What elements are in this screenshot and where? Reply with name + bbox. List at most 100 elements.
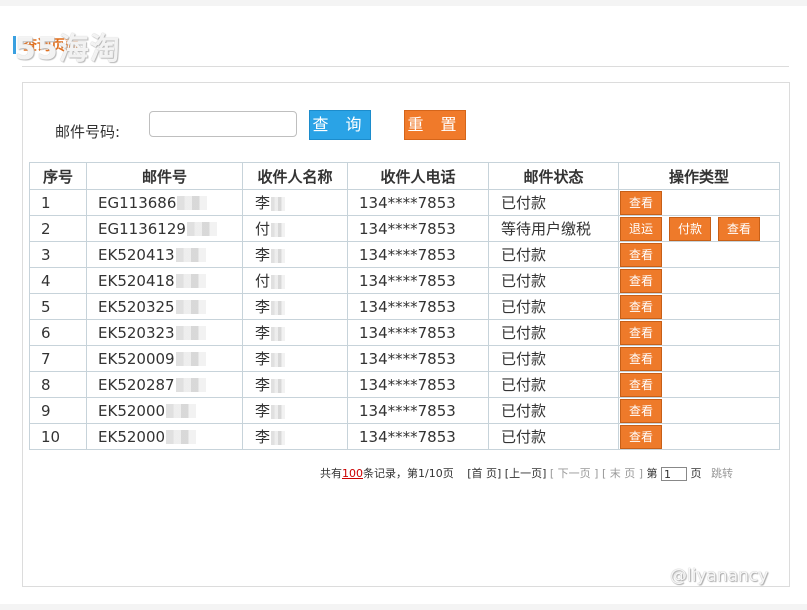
redaction-mosaic: [175, 378, 206, 392]
redaction-mosaic: [175, 248, 206, 262]
cell-mail-status: 已付款: [488, 241, 619, 268]
pager-prev-link[interactable]: [上一页]: [505, 467, 547, 480]
cell-recipient-phone: 134****7853: [347, 293, 489, 320]
column-header-no: 序号: [29, 162, 87, 190]
cell-recipient-phone-text: 134****7853: [359, 349, 456, 368]
pager-total-count[interactable]: 100: [342, 467, 363, 480]
cell-recipient-phone-text: 134****7853: [359, 323, 456, 342]
view-button[interactable]: 查看: [620, 398, 663, 423]
watermark-logo: 55海淘: [15, 32, 121, 67]
cell-mail-number: EG113686: [86, 189, 243, 216]
cell-no-text: 8: [41, 375, 51, 394]
cell-mail-status-text: 已付款: [501, 402, 547, 420]
cell-recipient-phone: 134****7853: [347, 215, 489, 242]
view-button[interactable]: 查看: [620, 372, 663, 397]
column-header-name: 收件人名称: [242, 162, 348, 190]
cell-mail-status-text: 已付款: [501, 428, 547, 446]
cell-recipient-name: 李: [242, 371, 348, 398]
cell-mail-number: EK52000: [86, 423, 243, 450]
cell-mail-status-text: 已付款: [501, 324, 547, 342]
cell-no-text: 2: [41, 219, 51, 238]
cell-recipient-name-text: 付: [255, 272, 271, 290]
redaction-mosaic: [175, 326, 206, 340]
cell-no: 2: [29, 215, 87, 242]
view-button[interactable]: 查看: [620, 190, 663, 215]
cell-mail-status: 已付款: [488, 345, 619, 372]
redaction-mosaic: [271, 430, 286, 445]
cell-no: 4: [29, 267, 87, 294]
pager-first-link[interactable]: [首 页]: [467, 467, 501, 480]
search-label: 邮件号码:: [55, 123, 121, 141]
cell-recipient-phone-text: 134****7853: [359, 193, 456, 212]
table-header-row: 序号 邮件号 收件人名称 收件人电话 邮件状态 操作类型: [29, 162, 780, 190]
view-button[interactable]: 查看: [620, 424, 663, 449]
view-button[interactable]: 查看: [620, 346, 663, 371]
pager-last-link[interactable]: [ 末 页 ]: [602, 467, 643, 480]
cell-mail-number: EK52000: [86, 397, 243, 424]
view-button[interactable]: 查看: [620, 320, 663, 345]
table-row: 5 EK520325 李 134****7853 已付款 查看: [29, 293, 780, 320]
cell-recipient-name-text: 李: [255, 350, 271, 368]
cell-no-text: 5: [41, 297, 51, 316]
pager-go-button[interactable]: 跳转: [711, 467, 733, 480]
cell-recipient-phone-text: 134****7853: [359, 427, 456, 446]
cell-recipient-name-text: 李: [255, 324, 271, 342]
table-row: 10 EK52000 李 134****7853 已付款 查看: [29, 423, 780, 450]
redaction-mosaic: [271, 326, 286, 341]
cell-mail-status: 等待用户缴税: [488, 215, 619, 242]
mail-number-input[interactable]: [149, 111, 297, 137]
cell-recipient-phone-text: 134****7853: [359, 297, 456, 316]
view-button[interactable]: 查看: [620, 294, 663, 319]
view-button[interactable]: 查看: [620, 242, 663, 267]
cell-recipient-name-text: 李: [255, 428, 271, 446]
cell-mail-number-text: EK520009: [98, 349, 175, 368]
cell-recipient-phone: 134****7853: [347, 189, 489, 216]
cell-no: 3: [29, 241, 87, 268]
cell-no-text: 10: [41, 427, 61, 446]
cell-no: 9: [29, 397, 87, 424]
cell-mail-status-text: 已付款: [501, 194, 547, 212]
redaction-mosaic: [175, 274, 206, 288]
cell-recipient-name: 李: [242, 241, 348, 268]
pager-goto-prefix: 第: [646, 467, 658, 480]
pager-page-input[interactable]: 1: [661, 467, 688, 481]
cell-mail-number-text: EG1136129: [98, 219, 186, 238]
cell-no-text: 1: [41, 193, 51, 212]
cell-recipient-name-text: 李: [255, 194, 271, 212]
cell-recipient-phone-text: 134****7853: [359, 245, 456, 264]
cell-no: 7: [29, 345, 87, 372]
cell-recipient-phone: 134****7853: [347, 241, 489, 268]
cell-mail-number-text: EK520325: [98, 297, 175, 316]
cell-mail-number-text: EK520418: [98, 271, 175, 290]
cell-mail-status: 已付款: [488, 267, 619, 294]
cell-operations: 查看: [618, 319, 780, 346]
cell-no: 8: [29, 371, 87, 398]
cell-no: 1: [29, 189, 87, 216]
redaction-mosaic: [271, 248, 286, 263]
view-button[interactable]: 查看: [718, 216, 761, 241]
redaction-mosaic: [271, 274, 286, 289]
cell-mail-number: EK520323: [86, 319, 243, 346]
pagination: 共有100条记录，第1/10页 [首 页] [上一页] [ 下一页 ] [ 末 …: [320, 465, 733, 481]
return-button[interactable]: 退运: [620, 216, 663, 241]
pager-next-link[interactable]: [ 下一页 ]: [550, 467, 599, 480]
cell-mail-number: EK520287: [86, 371, 243, 398]
cell-recipient-name-text: 李: [255, 298, 271, 316]
mail-table: 序号 邮件号 收件人名称 收件人电话 邮件状态 操作类型 1 EG113686 李 1…: [29, 162, 780, 450]
cell-no-text: 6: [41, 323, 51, 342]
pager-total-suffix: 条记录，第1/10页: [363, 467, 454, 480]
cell-recipient-name-text: 李: [255, 376, 271, 394]
table-row: 7 EK520009 李 134****7853 已付款 查看: [29, 345, 780, 372]
table-row: 2 EG1136129 付 134****7853 等待用户缴税 退运 付款 查看: [29, 215, 780, 242]
redaction-mosaic: [166, 404, 197, 418]
view-button[interactable]: 查看: [620, 268, 663, 293]
cell-mail-status-text: 等待用户缴税: [501, 220, 592, 238]
pay-button[interactable]: 付款: [669, 216, 712, 241]
query-button[interactable]: 查 询: [309, 110, 371, 140]
cell-recipient-phone-text: 134****7853: [359, 219, 456, 238]
cell-recipient-name-text: 付: [255, 220, 271, 238]
cell-recipient-phone: 134****7853: [347, 423, 489, 450]
cell-mail-status-text: 已付款: [501, 376, 547, 394]
reset-button[interactable]: 重 置: [404, 110, 466, 140]
pager-total-prefix: 共有: [320, 467, 342, 480]
